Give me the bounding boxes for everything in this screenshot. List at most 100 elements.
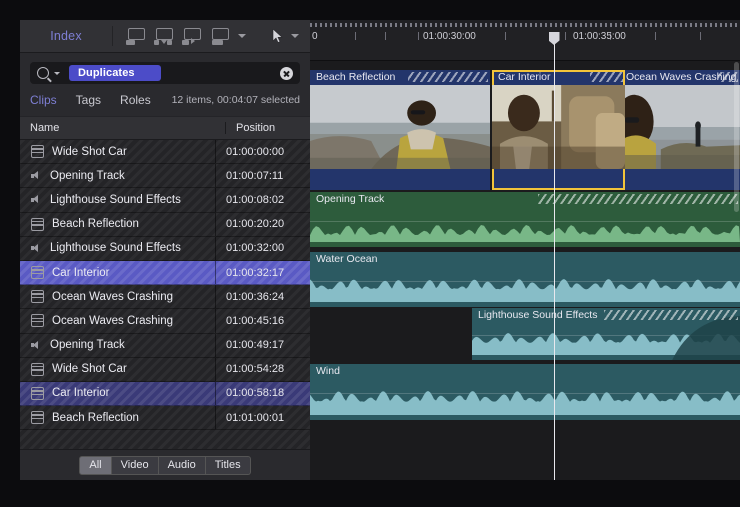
row-position-cell: 01:00:20:20: [215, 213, 310, 236]
video-clip-icon: [31, 145, 44, 158]
clip-hatch-marker: [604, 310, 738, 320]
clip-hatch-marker: [590, 72, 623, 82]
table-row[interactable]: Car Interior01:00:32:17: [20, 261, 310, 285]
insert-edit-button[interactable]: [154, 28, 173, 45]
timeline-audio-clip[interactable]: Opening Track: [310, 192, 740, 247]
row-name-cell: Beach Reflection: [20, 218, 215, 231]
search-row: Duplicates: [20, 53, 310, 84]
table-row[interactable]: Beach Reflection01:01:00:01: [20, 406, 310, 430]
row-position-cell: 01:00:58:18: [215, 382, 310, 405]
column-header-name[interactable]: Name: [20, 122, 225, 134]
row-name-label: Lighthouse Sound Effects: [50, 242, 181, 254]
search-token[interactable]: Duplicates: [69, 65, 161, 82]
insert-arrow-icon: [161, 40, 167, 44]
arrow-pointer-icon[interactable]: [272, 29, 283, 43]
chevron-down-icon[interactable]: [238, 34, 246, 38]
tab-clips[interactable]: Clips: [30, 93, 57, 107]
search-options-chevron-icon[interactable]: [54, 72, 60, 75]
audio-waveform: [310, 279, 740, 307]
video-clip-icon: [31, 411, 44, 424]
row-name-cell: Opening Track: [20, 170, 215, 182]
table-row[interactable]: Beach Reflection01:00:20:20: [20, 213, 310, 237]
filter-button-video[interactable]: Video: [112, 456, 159, 475]
video-clip-icon: [31, 290, 44, 303]
overwrite-edit-button[interactable]: [210, 28, 229, 45]
row-position-cell: 01:00:08:02: [215, 188, 310, 211]
tab-tags[interactable]: Tags: [76, 93, 101, 107]
append-arrow-icon: [191, 38, 195, 44]
edit-button-group: [113, 28, 246, 45]
audio-waveform: [310, 391, 740, 420]
clip-label: Wind: [310, 364, 740, 379]
insert-icon-bar-right: [167, 40, 172, 45]
tool-chevron-down-icon[interactable]: [291, 34, 299, 38]
timeline-audio-clip[interactable]: Water Ocean: [310, 252, 740, 307]
table-row[interactable]: Wide Shot Car01:00:54:28: [20, 358, 310, 382]
clip-filmstrip: [310, 85, 490, 169]
filter-bar: AllVideoAudioTitles: [20, 449, 310, 480]
column-header-position[interactable]: Position: [225, 122, 310, 134]
row-position-cell: 01:00:45:16: [215, 309, 310, 332]
ruler-tick-strip: [310, 23, 740, 27]
clip-list[interactable]: Wide Shot Car01:00:00:00Opening Track01:…: [20, 140, 310, 449]
row-position-cell: 01:00:07:11: [215, 164, 310, 187]
ruler-tick: [355, 32, 356, 40]
table-row[interactable]: Car Interior 01:00:58:18: [20, 382, 310, 406]
audio-waveform: [310, 219, 740, 247]
append-edit-button[interactable]: [182, 28, 201, 45]
ruler-tick: [385, 32, 386, 40]
filter-button-all[interactable]: All: [79, 456, 111, 475]
clip-filmstrip: [620, 85, 740, 169]
table-row[interactable]: Opening Track01:00:49:17: [20, 334, 310, 358]
tab-roles[interactable]: Roles: [120, 93, 151, 107]
timeline-video-clip[interactable]: Ocean Waves Crashing: [620, 70, 740, 190]
video-clip-icon: [31, 218, 44, 231]
index-tabs: Clips Tags Roles 12 items, 00:04:07 sele…: [20, 84, 310, 116]
clear-icon[interactable]: [280, 67, 293, 80]
row-name-cell: Car Interior: [20, 387, 215, 400]
search-input[interactable]: Duplicates: [30, 62, 300, 84]
playhead[interactable]: [554, 32, 555, 480]
filter-button-audio[interactable]: Audio: [159, 456, 206, 475]
row-name-label: Wide Shot Car: [52, 146, 127, 158]
clip-hatch-marker: [718, 72, 738, 82]
table-row[interactable]: Ocean Waves Crashing01:00:36:24: [20, 285, 310, 309]
ruler-tick: [418, 32, 419, 40]
column-headers: Name Position: [20, 116, 310, 140]
row-name-cell: Opening Track: [20, 339, 215, 351]
timeline-audio-clip[interactable]: Lighthouse Sound Effects: [472, 308, 740, 360]
row-name-cell: Ocean Waves Crashing: [20, 314, 215, 327]
timeline-video-clip[interactable]: Beach Reflection: [310, 70, 490, 190]
clip-hatch-marker: [538, 194, 738, 204]
index-header-bar: Index: [20, 20, 310, 53]
table-row[interactable]: Lighthouse Sound Effects01:00:32:00: [20, 237, 310, 261]
row-name-label: Opening Track: [50, 170, 125, 182]
append-icon-bar: [182, 40, 189, 45]
connect-edit-button[interactable]: [126, 28, 145, 45]
ruler-tick: [505, 32, 506, 40]
connect-icon-bar: [126, 40, 135, 45]
audio-clip-icon: [31, 170, 42, 181]
row-name-label: Opening Track: [50, 339, 125, 351]
overwrite-icon: [212, 28, 229, 40]
clip-label: Water Ocean: [310, 252, 740, 267]
timeline-video-clip[interactable]: Car Interior: [492, 70, 625, 190]
table-row[interactable]: Lighthouse Sound Effects01:00:08:02: [20, 188, 310, 212]
timeline-panel[interactable]: 001:00:30:0001:00:35:00 Beach Reflection…: [310, 20, 740, 480]
filter-button-titles[interactable]: Titles: [206, 456, 251, 475]
row-name-label: Car Interior: [52, 267, 110, 279]
audio-clip-icon: [31, 340, 42, 351]
row-position-cell: 01:00:00:00: [215, 140, 310, 163]
row-position-cell: 01:00:36:24: [215, 285, 310, 308]
ruler-timecode-label: 01:00:35:00: [573, 31, 626, 42]
row-name-cell: Beach Reflection: [20, 411, 215, 424]
timeline-ruler[interactable]: 001:00:30:0001:00:35:00: [310, 20, 740, 61]
table-row[interactable]: Ocean Waves Crashing 01:00:45:16: [20, 309, 310, 333]
timeline-audio-clip[interactable]: Wind: [310, 364, 740, 420]
table-row[interactable]: Opening Track 01:00:07:11: [20, 164, 310, 188]
overwrite-icon-bar: [212, 40, 223, 45]
row-name-label: Car Interior: [52, 387, 110, 399]
table-row[interactable]: Wide Shot Car 01:00:00:00: [20, 140, 310, 164]
row-name-label: Ocean Waves Crashing: [52, 315, 173, 327]
clip-hatch-marker: [408, 72, 488, 82]
